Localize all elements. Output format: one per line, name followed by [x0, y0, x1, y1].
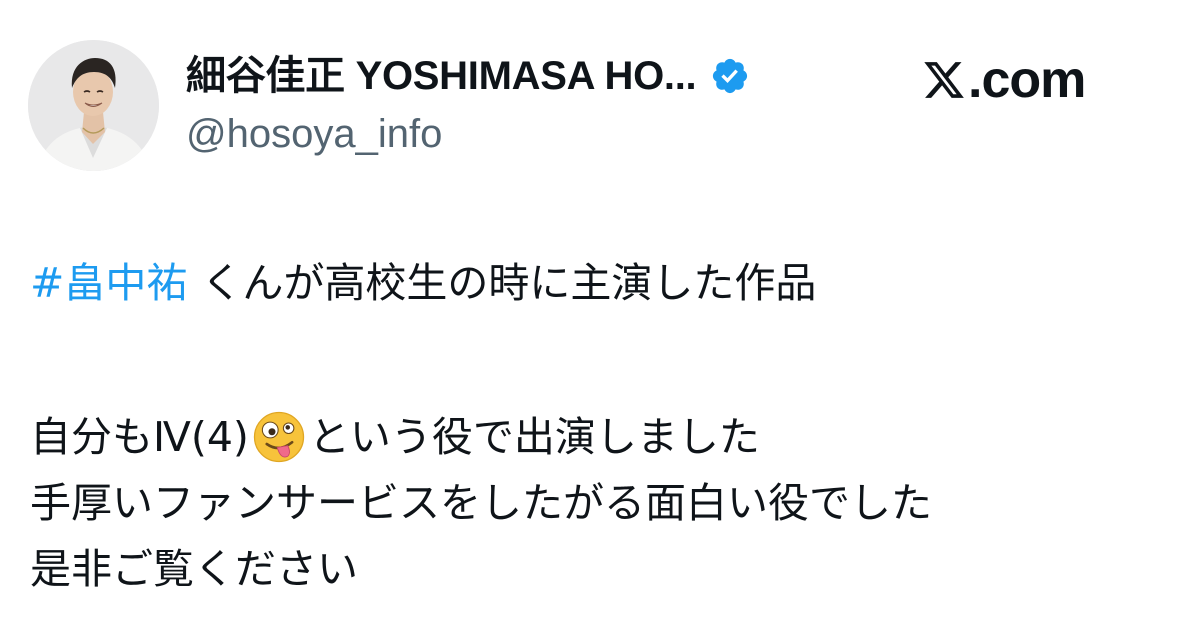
tweet-text: という役で出演しました: [308, 413, 760, 461]
tweet-body: #畠中祐 くんが高校生の時に主演した作品 自分もⅣ(4) という役で出演しました…: [30, 250, 1160, 602]
verified-badge-icon: [713, 58, 748, 94]
tweet-text: 手厚いファンサービスをしたがる面白い役でした: [30, 479, 932, 527]
tweet-text: 是非ご覧ください: [30, 545, 358, 593]
tweet-line: 手厚いファンサービスをしたがる面白い役でした: [30, 470, 1160, 536]
zany-face-emoji: [253, 411, 305, 463]
author-avatar[interactable]: [28, 40, 159, 171]
x-logo-icon: [924, 62, 964, 98]
tweet-line: 自分もⅣ(4) という役で出演しました: [30, 404, 1160, 470]
brand-domain-suffix: .com: [968, 51, 1086, 109]
tweet-line: #畠中祐 くんが高校生の時に主演した作品: [30, 250, 1160, 316]
author-name-row[interactable]: 細谷佳正 YOSHIMASA HO...: [186, 52, 750, 100]
author-handle[interactable]: @hosoya_info: [186, 110, 442, 158]
hashtag-link[interactable]: #畠中祐: [30, 250, 187, 316]
tweet-line: 是非ご覧ください: [30, 536, 1160, 602]
tweet-text: 自分もⅣ(4): [30, 413, 249, 461]
avatar-photo: [28, 40, 159, 171]
author-display-name[interactable]: 細谷佳正 YOSHIMASA HO...: [186, 52, 697, 100]
tweet-text: くんが高校生の時に主演した作品: [201, 259, 817, 307]
brand-mark: .com: [922, 50, 1086, 110]
